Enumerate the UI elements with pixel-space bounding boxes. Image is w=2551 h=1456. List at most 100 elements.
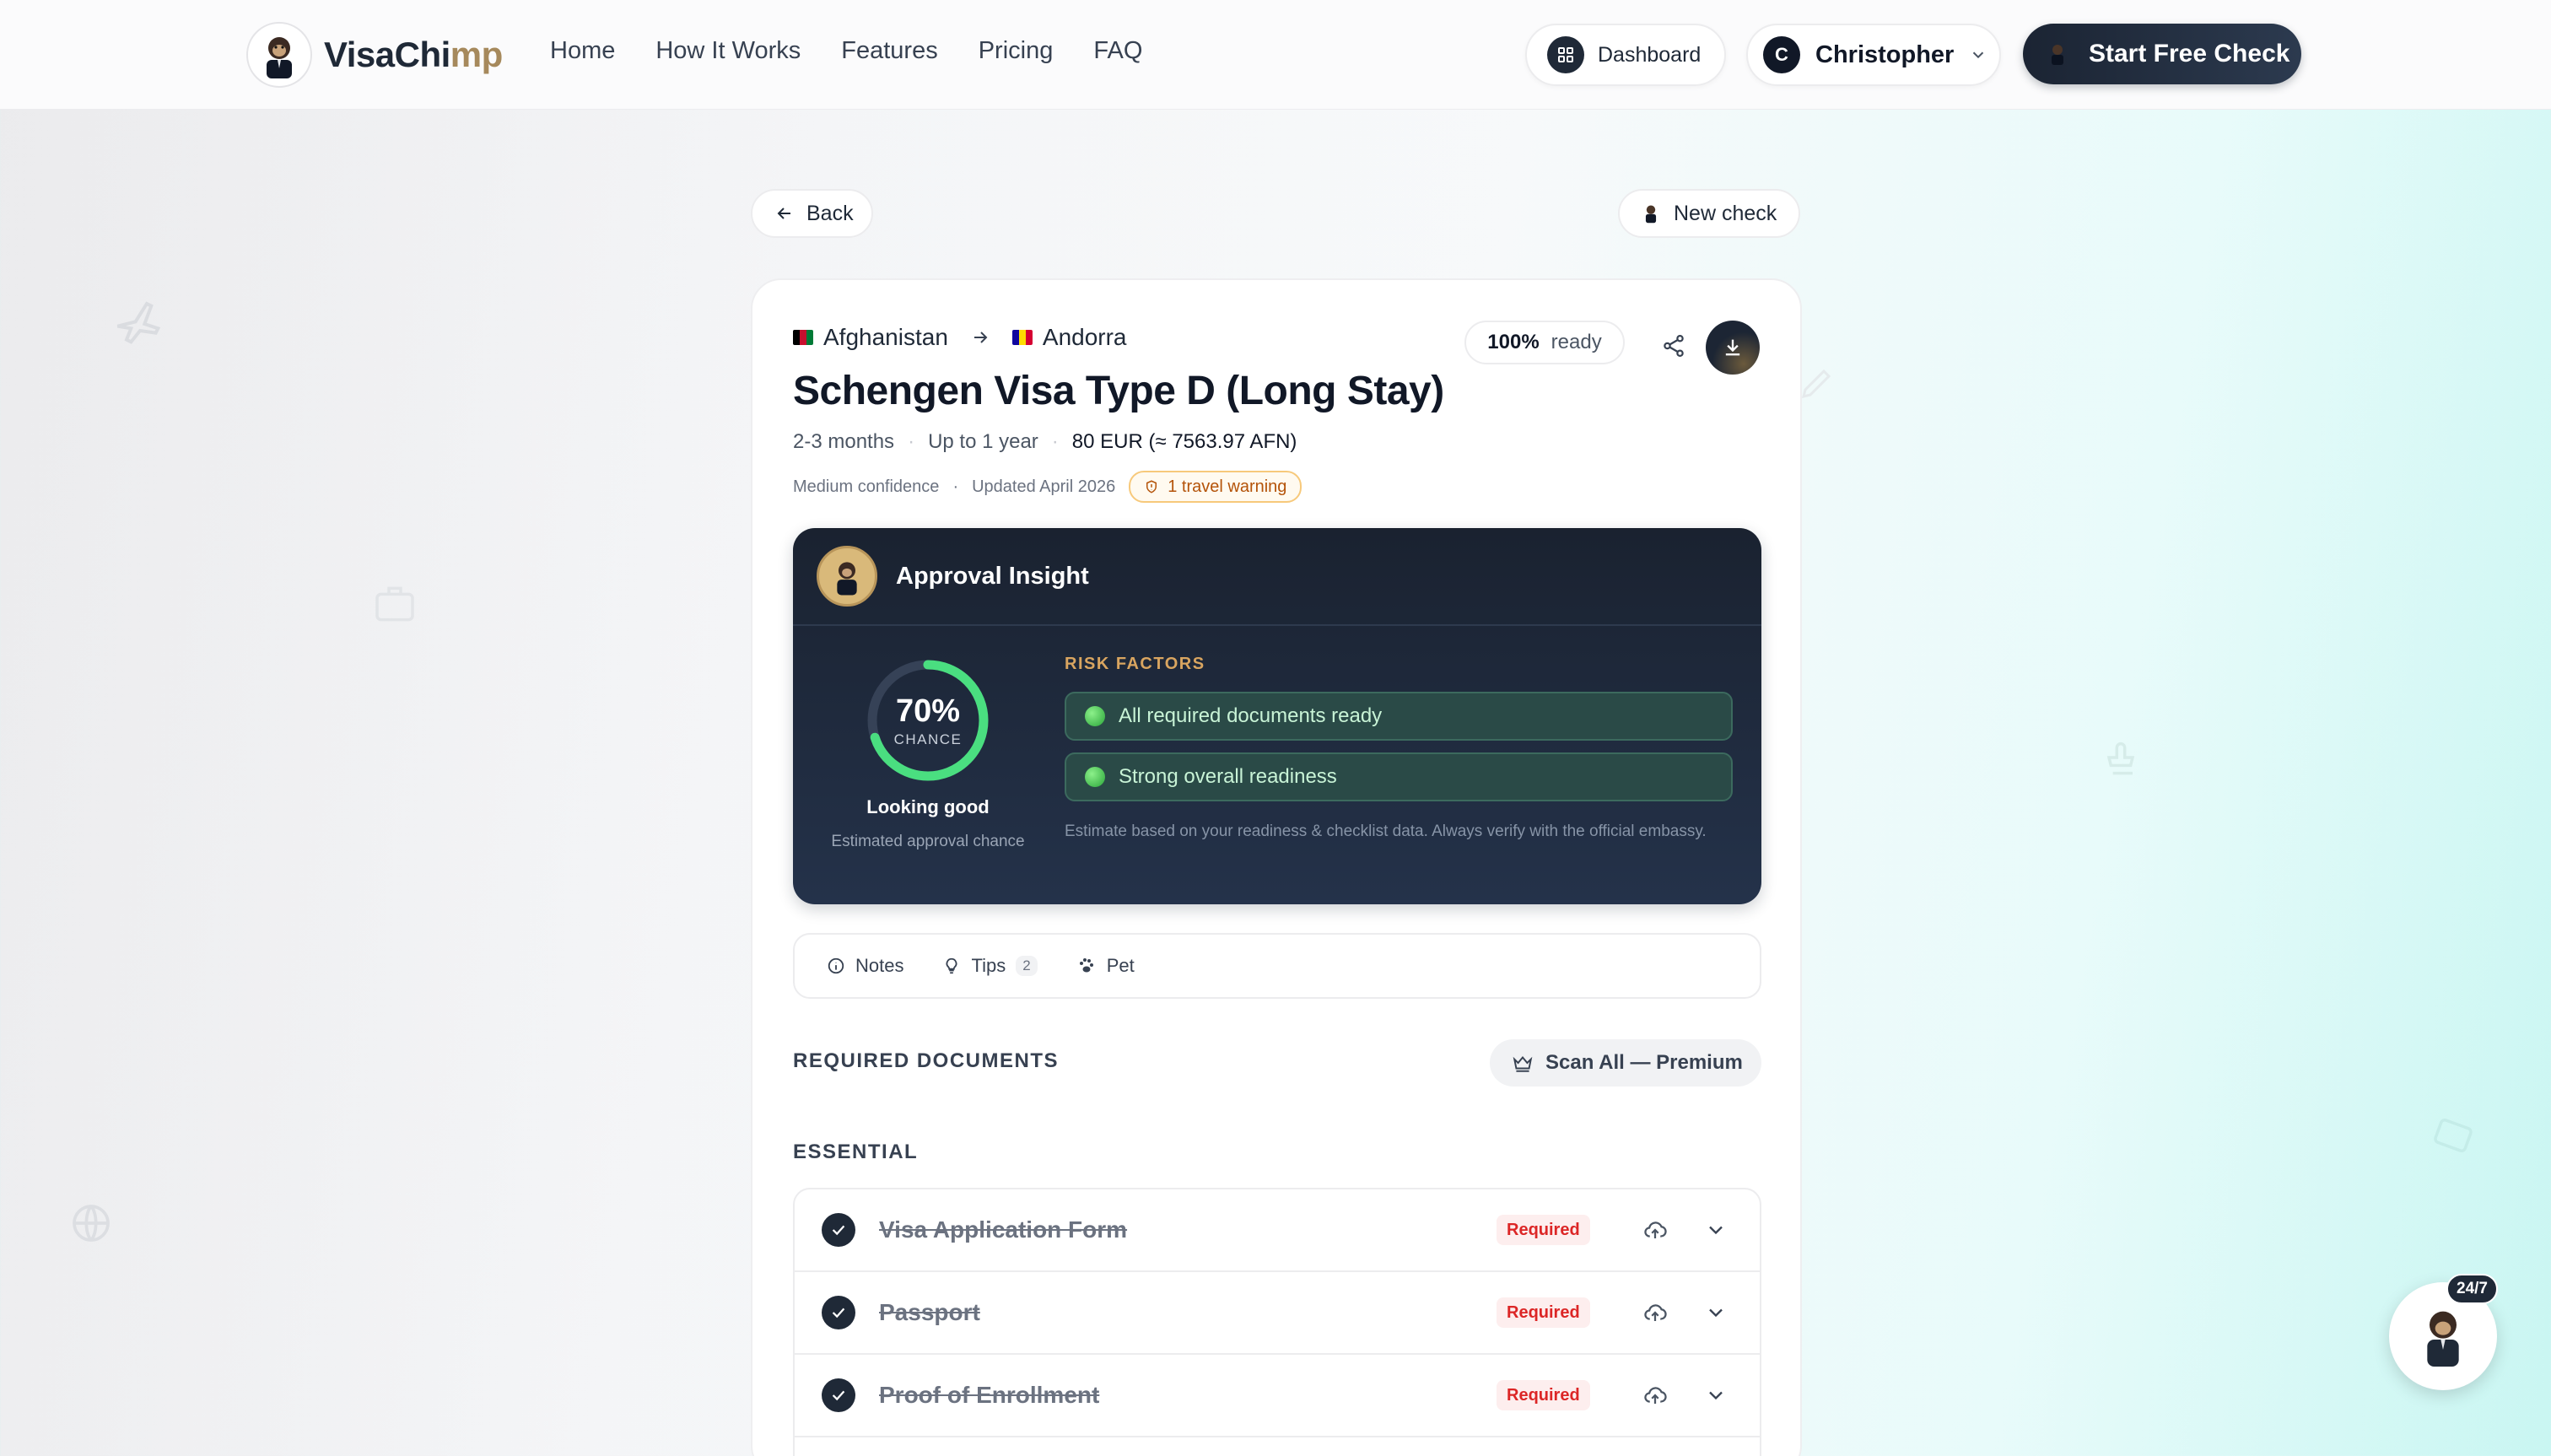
- paw-icon: [1079, 958, 1093, 973]
- insight-title: Approval Insight: [896, 562, 1089, 590]
- chimp-mini-icon: [2052, 45, 2063, 65]
- new-check-label: New check: [1674, 201, 1777, 225]
- required-badge: Required: [1497, 1297, 1590, 1328]
- document-row[interactable]: [795, 1437, 1760, 1456]
- validity: Up to 1 year: [928, 430, 1038, 453]
- verdict: Looking good: [866, 796, 990, 817]
- shield-alert-icon: [1146, 480, 1157, 493]
- document-row[interactable]: Passport Required: [795, 1272, 1760, 1355]
- green-status-dot-icon: [1085, 767, 1105, 787]
- ticket-doodle-icon: [2434, 1119, 2473, 1152]
- essential-group-heading: ESSENTIAL: [793, 1141, 919, 1163]
- separator-dot: ·: [1051, 430, 1059, 453]
- chevron-down-icon: [1973, 51, 1984, 59]
- stamp-doodle-icon: [2106, 741, 2135, 775]
- plane-doodle-icon: [116, 301, 161, 344]
- top-navbar: VisaChimp Home How It Works Features Pri…: [0, 0, 2551, 110]
- visa-detail-card: Afghanistan Andorra 100% ready Schengen …: [751, 278, 1802, 1456]
- travel-warning-badge[interactable]: 1 travel warning: [1129, 471, 1302, 503]
- nav-link-faq[interactable]: FAQ: [1093, 37, 1142, 65]
- chimp-logo-icon: [246, 22, 312, 88]
- nav-link-how-it-works[interactable]: How It Works: [655, 37, 801, 65]
- back-button[interactable]: Back: [751, 189, 873, 238]
- risk-factor-item: Strong overall readiness: [1065, 752, 1733, 801]
- readiness-value: 100%: [1487, 331, 1540, 353]
- tab-notes[interactable]: Notes: [827, 955, 903, 977]
- document-name: Visa Application Form: [879, 1216, 1128, 1243]
- back-label: Back: [806, 201, 854, 225]
- visa-meta-secondary: Medium confidence · Updated April 2026 1…: [793, 471, 1302, 503]
- tab-tips[interactable]: Tips 2: [942, 955, 1038, 977]
- download-button[interactable]: [1706, 321, 1760, 375]
- user-menu-button[interactable]: C Christopher: [1746, 24, 2001, 86]
- share-icon[interactable]: [1657, 329, 1691, 363]
- nav-links: Home How It Works Features Pricing FAQ: [550, 37, 1142, 65]
- visa-meta: 2-3 months · Up to 1 year · 80 EUR (≈ 75…: [793, 430, 1297, 454]
- chimp-avatar: [817, 546, 877, 607]
- user-avatar: C: [1763, 36, 1800, 73]
- scan-all-premium-button[interactable]: Scan All — Premium: [1490, 1039, 1761, 1087]
- approval-insight-panel: Approval Insight 70% CHANCE Looking good…: [793, 528, 1761, 904]
- crown-icon: [1513, 1055, 1533, 1072]
- green-status-dot-icon: [1085, 706, 1105, 726]
- nav-link-features[interactable]: Features: [841, 37, 937, 65]
- arrow-left-icon: [777, 208, 790, 219]
- to-country: Andorra: [1042, 324, 1127, 350]
- insight-disclaimer: Estimate based on your readiness & check…: [1065, 822, 1707, 840]
- info-icon: [828, 957, 844, 974]
- from-country: Afghanistan: [823, 324, 948, 350]
- arrow-right-icon: [973, 332, 988, 343]
- risk-factor-label: All required documents ready: [1119, 704, 1383, 727]
- travel-warning-label: 1 travel warning: [1168, 477, 1287, 496]
- tab-pet-label: Pet: [1106, 955, 1135, 976]
- tab-pet[interactable]: Pet: [1076, 955, 1135, 977]
- chevron-down-icon[interactable]: [1699, 1296, 1733, 1329]
- visa-fee: 80 EUR (≈ 7563.97 AFN): [1071, 430, 1297, 453]
- visa-title: Schengen Visa Type D (Long Stay): [793, 369, 1444, 413]
- document-name: Passport: [879, 1299, 980, 1325]
- chimp-mini-icon: [1645, 205, 1657, 224]
- info-tabs: Notes Tips 2 Pet: [793, 933, 1761, 999]
- chance-value: 70%: [895, 693, 961, 729]
- cloud-upload-icon[interactable]: [1638, 1378, 1672, 1412]
- tab-tips-label: Tips: [971, 955, 1006, 976]
- chevron-down-icon[interactable]: [1699, 1378, 1733, 1412]
- document-row[interactable]: Proof of Enrollment Required: [795, 1355, 1760, 1437]
- dashboard-button[interactable]: Dashboard: [1525, 24, 1726, 86]
- insight-header: Approval Insight: [793, 528, 1761, 626]
- andorra-flag-icon: [1011, 330, 1033, 345]
- approval-chance-ring: 70% CHANCE: [864, 656, 992, 785]
- required-badge: Required: [1497, 1215, 1590, 1245]
- check-circle-icon[interactable]: [822, 1213, 855, 1247]
- ring-text: 70% CHANCE: [864, 656, 992, 785]
- document-name: Proof of Enrollment: [879, 1382, 1100, 1408]
- required-badge: Required: [1497, 1380, 1590, 1410]
- suitcase-doodle-icon: [375, 586, 414, 622]
- cloud-upload-icon[interactable]: [1638, 1213, 1672, 1247]
- document-row[interactable]: Visa Application Form Required: [795, 1189, 1760, 1272]
- lightbulb-icon: [947, 957, 957, 974]
- check-circle-icon[interactable]: [822, 1296, 855, 1329]
- nav-link-home[interactable]: Home: [550, 37, 615, 65]
- brand-logo-link[interactable]: VisaChimp: [246, 22, 503, 88]
- risk-factor-label: Strong overall readiness: [1119, 765, 1337, 788]
- separator-dot: ·: [908, 430, 915, 453]
- nav-link-pricing[interactable]: Pricing: [979, 37, 1054, 65]
- chimp-assistant-icon: [2427, 1311, 2459, 1367]
- tips-count-badge: 2: [1016, 956, 1038, 976]
- check-circle-icon[interactable]: [822, 1378, 855, 1412]
- cloud-upload-icon[interactable]: [1638, 1296, 1672, 1329]
- grid-icon: [1547, 36, 1584, 73]
- new-check-button[interactable]: New check: [1618, 189, 1800, 238]
- verdict-subtitle: Estimated approval chance: [831, 833, 1025, 850]
- cta-label: Start Free Check: [2089, 40, 2290, 67]
- readiness-badge: 100% ready: [1464, 321, 1625, 364]
- chevron-down-icon[interactable]: [1699, 1213, 1733, 1247]
- pen-doodle-icon: [1801, 369, 1831, 399]
- route: Afghanistan Andorra: [793, 324, 1127, 351]
- processing-time: 2-3 months: [793, 430, 895, 453]
- download-icon: [1725, 339, 1740, 356]
- readiness-label: ready: [1551, 331, 1602, 353]
- user-name: Christopher: [1815, 40, 1955, 68]
- start-free-check-button[interactable]: Start Free Check: [2023, 24, 2301, 84]
